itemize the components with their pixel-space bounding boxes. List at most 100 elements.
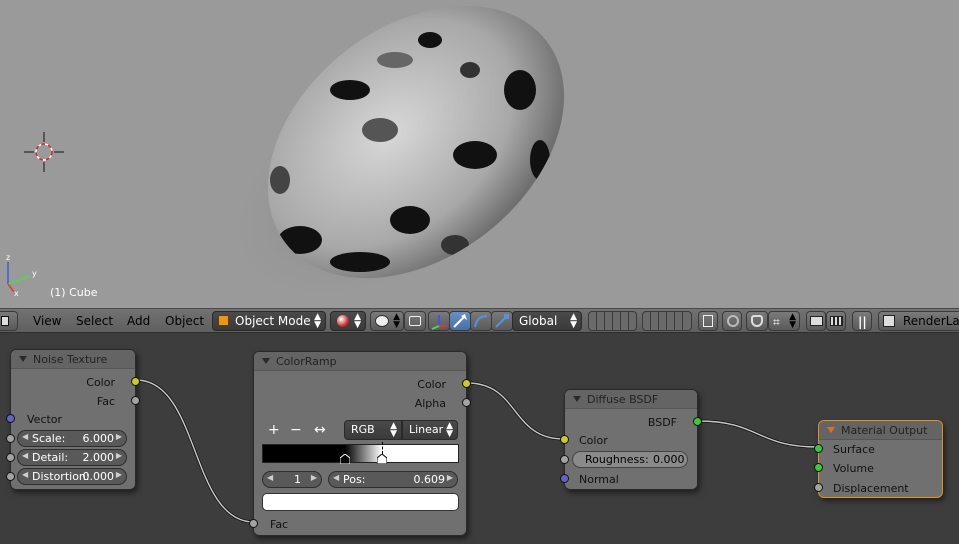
collapse-icon[interactable] xyxy=(573,396,581,402)
noise-texture-node[interactable]: Noise Texture Color Fac Vector ◀ Scale: 6.… xyxy=(6,349,140,490)
node-title: Diffuse BSDF xyxy=(587,393,659,406)
node-header[interactable]: Diffuse BSDF xyxy=(565,390,697,409)
scale-manipulator-button[interactable] xyxy=(491,311,513,331)
shading-dropdown[interactable]: ▲ ▼ xyxy=(330,311,366,331)
distortion-field[interactable]: ◀ Distortion: 0.000 ▶ xyxy=(17,468,127,485)
input-fac-socket[interactable] xyxy=(249,519,258,528)
node-header[interactable]: Material Output xyxy=(819,421,942,440)
input-roughness-socket[interactable] xyxy=(560,455,569,464)
increment-icon[interactable]: ▶ xyxy=(116,451,122,460)
menu-view[interactable]: View xyxy=(33,314,61,328)
pivot-dropdown[interactable]: ▲ ▼ xyxy=(370,311,404,331)
output-fac-socket[interactable] xyxy=(131,396,140,405)
rotate-manipulator-button[interactable] xyxy=(470,311,492,331)
flip-ramp-button[interactable]: ↔ xyxy=(314,422,326,438)
input-volume-label: Volume xyxy=(833,462,874,475)
distortion-label: Distortion: xyxy=(32,470,90,483)
collapse-icon[interactable] xyxy=(262,358,270,364)
color-mode-dropdown[interactable]: RGB ▲ ▼ xyxy=(344,420,402,440)
collapse-icon[interactable] xyxy=(19,356,27,362)
translate-gizmo-icon xyxy=(431,315,447,330)
output-alpha-socket[interactable] xyxy=(462,398,471,407)
egg-object[interactable] xyxy=(0,0,959,308)
menu-object[interactable]: Object xyxy=(165,314,204,328)
arrow-icon xyxy=(453,314,467,328)
node-editor[interactable]: Noise Texture Color Fac Vector ◀ Scale: 6.… xyxy=(0,334,959,544)
axis-x-label: x xyxy=(14,289,19,296)
increment-icon[interactable]: ▶ xyxy=(311,473,317,482)
input-surface-socket[interactable] xyxy=(814,444,823,453)
colorramp-node[interactable]: ColorRamp Color Alpha + − ↔ RGB ▲ ▼ Linea… xyxy=(249,351,471,536)
layers-group-1[interactable] xyxy=(588,311,637,331)
editor-type-icon xyxy=(1,316,9,326)
increment-icon[interactable]: ▶ xyxy=(116,470,122,479)
editor-type-button[interactable] xyxy=(0,311,18,331)
render-animation-button[interactable] xyxy=(826,311,846,331)
increment-icon[interactable]: ▶ xyxy=(447,473,453,482)
ramp-stop-white[interactable] xyxy=(377,454,387,464)
decrement-icon[interactable]: ◀ xyxy=(267,473,273,482)
pause-button[interactable]: || xyxy=(852,311,872,331)
increment-icon[interactable]: ▶ xyxy=(116,432,122,441)
output-alpha-label: Alpha xyxy=(414,397,446,410)
input-distortion-socket[interactable] xyxy=(6,472,15,481)
object-mode-icon xyxy=(218,315,229,326)
stop-color-swatch[interactable] xyxy=(262,493,459,511)
input-detail-socket[interactable] xyxy=(6,453,15,462)
interpolation-label: Linear xyxy=(409,423,444,436)
translate-button[interactable] xyxy=(428,311,450,331)
render-still-button[interactable] xyxy=(806,311,826,331)
node-header[interactable]: Noise Texture xyxy=(11,350,135,369)
manipulator-toggle[interactable] xyxy=(404,311,426,331)
remove-stop-button[interactable]: − xyxy=(290,422,302,438)
snap-toggle[interactable] xyxy=(746,311,768,331)
output-color-socket[interactable] xyxy=(462,379,471,388)
output-bsdf-socket[interactable] xyxy=(693,417,702,426)
node-header[interactable]: ColorRamp xyxy=(254,352,466,371)
input-scale-socket[interactable] xyxy=(6,434,15,443)
layers-group-2[interactable] xyxy=(642,311,692,331)
snap-element-dropdown[interactable]: ⌗ ▲ ▼ xyxy=(768,311,800,331)
dropdown-arrows-icon: ▲ ▼ xyxy=(393,312,400,330)
input-vector-socket[interactable] xyxy=(6,414,15,423)
ramp-stop-black[interactable] xyxy=(340,454,350,464)
position-value: 0.609 xyxy=(413,473,446,486)
decrement-icon[interactable]: ◀ xyxy=(22,451,28,460)
diffuse-bsdf-node[interactable]: Diffuse BSDF BSDF Color Roughness: 0.000… xyxy=(560,389,702,490)
decrement-icon[interactable]: ◀ xyxy=(22,470,28,479)
stop-index-value: 1 xyxy=(294,473,301,486)
add-stop-button[interactable]: + xyxy=(268,422,280,438)
menu-add[interactable]: Add xyxy=(127,314,150,328)
input-color-socket[interactable] xyxy=(560,435,569,444)
menu-select[interactable]: Select xyxy=(76,314,113,328)
output-color-socket[interactable] xyxy=(131,377,140,386)
decrement-icon[interactable]: ◀ xyxy=(22,432,28,441)
roughness-value: 0.000 xyxy=(653,453,685,466)
position-field[interactable]: ◀ Pos: 0.609 ▶ xyxy=(328,471,458,488)
stop-index-field[interactable]: ◀ 1 ▶ xyxy=(262,471,322,488)
input-normal-socket[interactable] xyxy=(560,474,569,483)
scale-label: Scale: xyxy=(32,432,66,445)
proportional-edit-button[interactable] xyxy=(722,311,742,331)
layer-lock-button[interactable] xyxy=(698,311,718,331)
interpolation-dropdown[interactable]: Linear ▲ ▼ xyxy=(402,420,458,440)
collapse-icon[interactable] xyxy=(827,427,835,433)
orientation-dropdown[interactable]: Global ▲ ▼ xyxy=(512,311,582,331)
render-layer-dropdown[interactable]: RenderLaye xyxy=(878,311,959,331)
input-displacement-socket[interactable] xyxy=(814,483,823,492)
input-normal-label: Normal xyxy=(579,473,619,486)
roughness-field[interactable]: Roughness: 0.000 xyxy=(572,451,688,468)
decrement-icon[interactable]: ◀ xyxy=(333,473,339,482)
dropdown-arrows-icon: ▲ ▼ xyxy=(570,312,577,330)
3d-cursor-icon[interactable] xyxy=(22,130,66,174)
translate-manipulator-button[interactable] xyxy=(449,311,471,331)
mode-label: Object Mode xyxy=(235,314,311,328)
mode-dropdown[interactable]: Object Mode ▲ ▼ xyxy=(212,311,326,331)
detail-field[interactable]: ◀ Detail: 2.000 ▶ xyxy=(17,449,127,466)
material-output-node[interactable]: Material Output Surface Volume Displacem… xyxy=(814,420,943,498)
scale-field[interactable]: ◀ Scale: 6.000 ▶ xyxy=(17,430,127,447)
3d-viewport[interactable]: z y x (1) Cube xyxy=(0,0,959,308)
color-ramp-bar[interactable] xyxy=(262,442,459,464)
active-stop-line xyxy=(382,442,383,454)
input-volume-socket[interactable] xyxy=(814,463,823,472)
